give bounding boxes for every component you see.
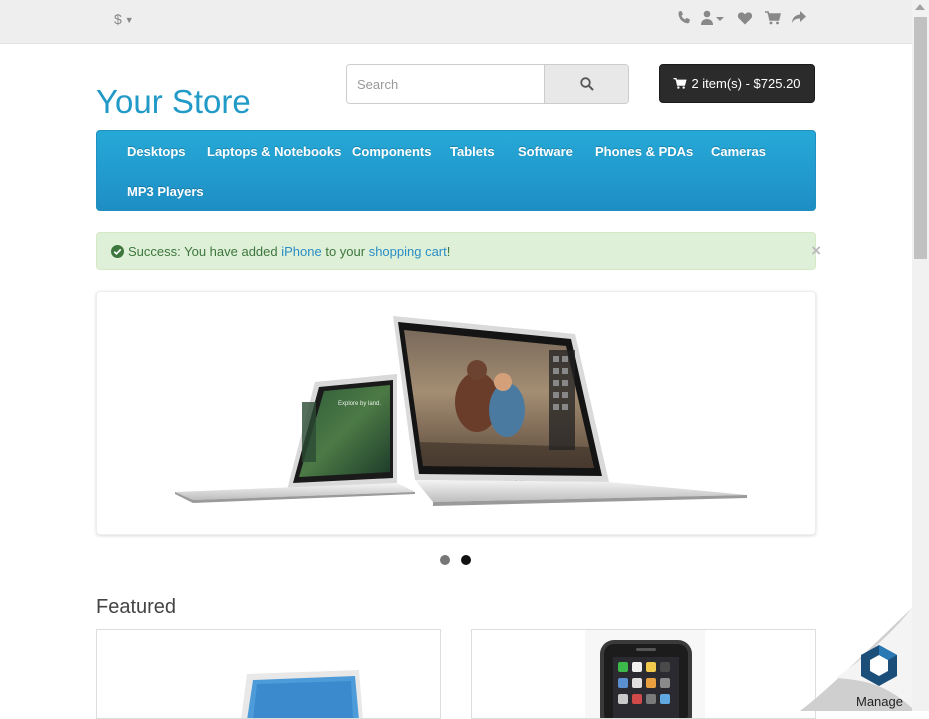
- iphone-product-image: [585, 630, 705, 718]
- slide-dot-2[interactable]: [461, 555, 471, 565]
- menu-item-mp3[interactable]: MP3 Players: [127, 184, 204, 199]
- featured-heading: Featured: [96, 596, 177, 618]
- slide-dot-1[interactable]: [440, 555, 450, 565]
- cart-icon: [673, 77, 687, 89]
- macbook-banner-image: Explore by land. MacBook Air: [175, 316, 747, 506]
- alert-product-link[interactable]: iPhone: [281, 244, 321, 259]
- share-icon[interactable]: [791, 10, 809, 28]
- macbook-product-image: [241, 670, 363, 718]
- currency-dropdown[interactable]: $ ▼: [114, 11, 134, 27]
- product-card[interactable]: [471, 629, 816, 719]
- scrollbar-thumb[interactable]: [914, 17, 927, 259]
- alert-middle: to your: [321, 244, 369, 259]
- menu-item-desktops[interactable]: Desktops: [127, 144, 186, 159]
- scroll-up-icon[interactable]: [915, 4, 925, 10]
- caret-down-icon: ▼: [124, 15, 134, 26]
- check-circle-icon: [111, 245, 124, 258]
- alert-suffix: !: [446, 244, 451, 259]
- product-card[interactable]: [96, 629, 441, 719]
- close-icon[interactable]: ×: [811, 241, 821, 261]
- alert-message: Success: You have added iPhone to your s…: [111, 244, 450, 259]
- cart-icon[interactable]: [765, 10, 783, 28]
- search-box: [346, 64, 629, 104]
- currency-symbol: $: [114, 11, 122, 27]
- menu-item-tablets[interactable]: Tablets: [450, 144, 495, 159]
- store-logo[interactable]: Your Store: [96, 83, 251, 121]
- menu-item-cameras[interactable]: Cameras: [711, 144, 766, 159]
- success-alert: Success: You have added iPhone to your s…: [96, 232, 821, 270]
- search-icon: [580, 77, 594, 91]
- cart-button[interactable]: 2 item(s) - $725.20: [659, 64, 815, 103]
- search-button[interactable]: [544, 65, 628, 103]
- search-input[interactable]: [347, 65, 553, 103]
- menu-item-laptops[interactable]: Laptops & Notebooks: [207, 144, 341, 159]
- heart-icon[interactable]: [737, 10, 755, 28]
- menu-item-software[interactable]: Software: [518, 144, 573, 159]
- menu-item-phones[interactable]: Phones & PDAs: [595, 144, 693, 159]
- phone-icon[interactable]: [676, 10, 694, 28]
- slideshow[interactable]: Explore by land. MacBook Air: [96, 291, 816, 535]
- cart-total: 2 item(s) - $725.20: [691, 76, 801, 91]
- alert-cart-link[interactable]: shopping cart: [369, 244, 447, 259]
- alert-prefix: Success: You have added: [128, 244, 282, 259]
- manage-label[interactable]: Manage: [856, 694, 903, 709]
- menu-item-components[interactable]: Components: [352, 144, 431, 159]
- user-icon[interactable]: [701, 10, 725, 28]
- screen-caption: Explore by land.: [338, 401, 381, 407]
- main-menu: Desktops Laptops & Notebooks Components …: [96, 130, 816, 211]
